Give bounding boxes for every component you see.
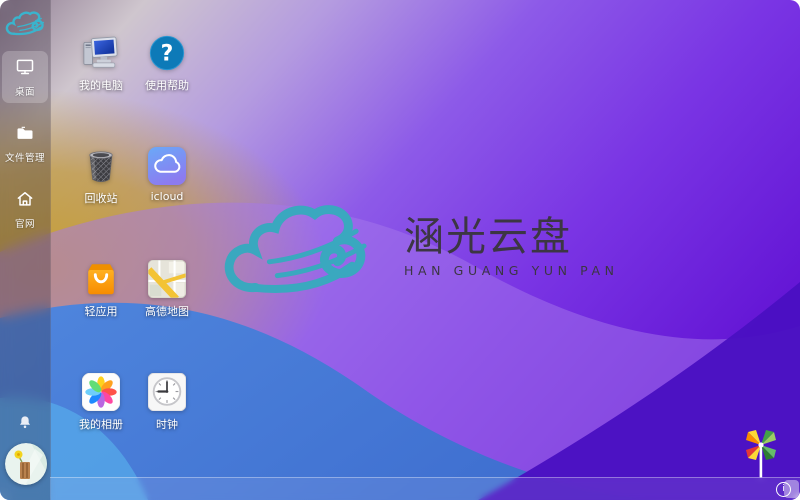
- my-computer-icon: [82, 34, 120, 72]
- notification-bell-icon[interactable]: [0, 414, 50, 434]
- desktop-icon-photos[interactable]: 我的相册: [70, 373, 132, 449]
- desktop-icon-light-app[interactable]: 轻应用: [70, 260, 132, 336]
- taskbar: i: [50, 477, 800, 500]
- taskbar-right-button[interactable]: [784, 480, 799, 498]
- folder-icon: [15, 123, 35, 143]
- home-icon: [15, 189, 35, 209]
- desktop-icon-amap[interactable]: 高德地图: [136, 260, 198, 336]
- plant-avatar: [5, 443, 47, 485]
- desktop-icon-label: 高德地图: [145, 303, 189, 319]
- desktop-icon-my-computer[interactable]: 我的电脑: [70, 34, 132, 110]
- svg-text:?: ?: [161, 42, 174, 67]
- desktop-icon-recycle-bin[interactable]: 回收站: [70, 147, 132, 223]
- desktop-icon-clock[interactable]: 时钟: [136, 373, 198, 449]
- icloud-icon: [148, 147, 186, 185]
- desktop-icon-label: 我的电脑: [79, 77, 123, 93]
- desktop-icon-label: 时钟: [156, 416, 178, 432]
- sidebar-item-official-site[interactable]: 官网: [2, 183, 48, 235]
- desktop-icon-help[interactable]: ? 使用帮助: [136, 34, 198, 110]
- desktop-icon-label: 使用帮助: [145, 77, 189, 93]
- photos-flower-icon: [82, 373, 120, 411]
- desktop-icon-label: 轻应用: [85, 303, 118, 319]
- sidebar-item-file-manager[interactable]: 文件管理: [2, 117, 48, 169]
- map-icon: [148, 260, 186, 298]
- cloud-desktop-window: 涵光云盘 HAN GUANG YUN PAN 我的电脑: [0, 0, 800, 500]
- desktop-icon-icloud[interactable]: icloud: [136, 147, 198, 223]
- sidebar-item-desktop[interactable]: 桌面: [2, 51, 48, 103]
- desktop-icon-label: 回收站: [85, 190, 118, 206]
- sidebar-item-label: 官网: [3, 215, 47, 229]
- sidebar-item-label: 桌面: [3, 83, 47, 97]
- app-store-bag-icon: [82, 260, 120, 298]
- desktop-icon-grid: 我的电脑 ? 使用帮助: [70, 34, 198, 449]
- pinwheel-icon[interactable]: [741, 428, 781, 480]
- sidebar: 桌面 文件管理 官网: [0, 0, 51, 500]
- recycle-bin-icon: [82, 147, 120, 185]
- clock-icon: [148, 373, 186, 411]
- desktop-monitor-icon: [15, 57, 35, 77]
- user-avatar[interactable]: [5, 443, 47, 485]
- help-question-icon: ?: [148, 34, 186, 72]
- desktop-icon-label: 我的相册: [79, 416, 123, 432]
- desktop-icon-label: icloud: [151, 190, 184, 203]
- sidebar-item-label: 文件管理: [3, 149, 47, 163]
- cloud-swirl-logo: [5, 9, 45, 37]
